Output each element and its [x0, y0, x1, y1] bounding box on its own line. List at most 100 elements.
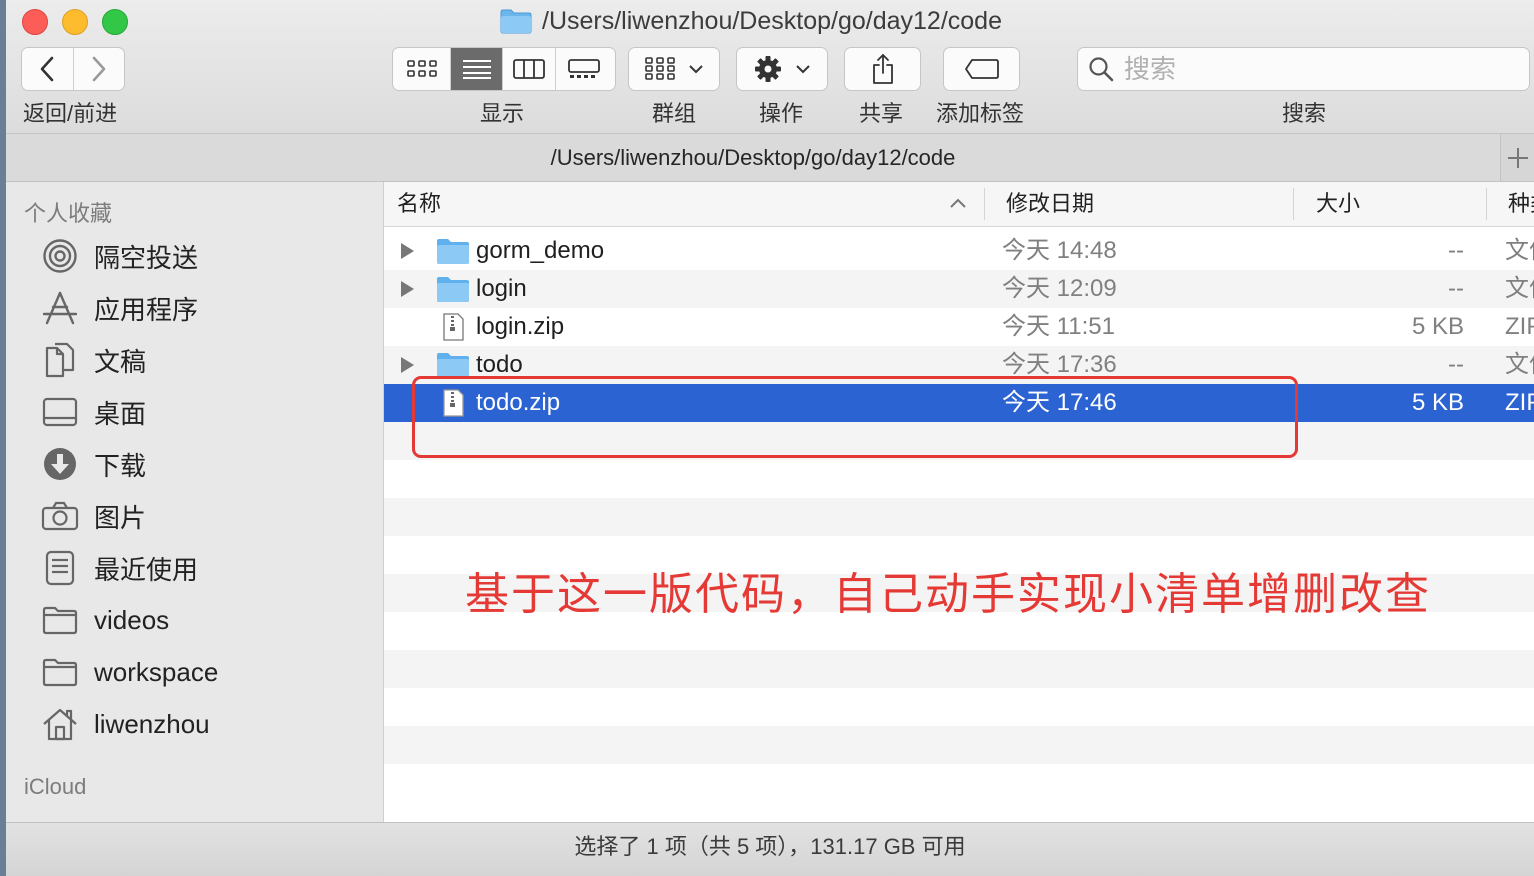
tab-bar: /Users/liwenzhou/Desktop/go/day12/code	[6, 134, 1534, 182]
minimize-window-button[interactable]	[62, 9, 88, 35]
sidebar-item-label: liwenzhou	[94, 708, 210, 739]
action-label: 操作	[759, 101, 804, 126]
column-name-header[interactable]: 名称	[397, 182, 441, 226]
sidebar-item-workspace[interactable]: workspace	[40, 650, 218, 694]
list-lines-icon	[462, 60, 491, 79]
list-view-button[interactable]	[450, 48, 502, 90]
sidebar-item-home[interactable]: liwenzhou	[40, 702, 210, 746]
sidebar-item-airdrop[interactable]: 隔空投送	[40, 234, 198, 278]
download-arrow-icon	[44, 448, 76, 480]
gallery-icon	[567, 59, 600, 78]
folder-icon	[437, 239, 469, 264]
file-kind: 文件夹	[1505, 275, 1534, 302]
file-kind: ZIP	[1505, 389, 1534, 416]
file-row-login-zip[interactable]: login.zip 今天 11:51 5 KB ZIP	[384, 308, 1534, 346]
row-stripe	[384, 726, 1534, 764]
search-input[interactable]	[1122, 52, 1506, 86]
icloud-heading: iCloud	[24, 774, 87, 799]
sidebar-item-recents[interactable]: 最近使用	[40, 546, 198, 590]
file-row-login[interactable]: login 今天 12:09 -- 文件夹	[384, 270, 1534, 308]
sidebar-item-label: 应用程序	[94, 294, 199, 325]
file-size: --	[1448, 237, 1464, 264]
column-date-header[interactable]: 修改日期	[1006, 182, 1094, 226]
action-button[interactable]	[736, 47, 828, 91]
icon-view-button[interactable]	[393, 48, 450, 90]
share-button[interactable]	[844, 47, 921, 91]
columns-icon	[513, 59, 545, 79]
current-path[interactable]: /Users/liwenzhou/Desktop/go/day12/code	[6, 134, 1500, 181]
column-view-button[interactable]	[502, 48, 555, 90]
add-tags-button[interactable]	[943, 47, 1020, 91]
disclosure-triangle-icon[interactable]	[401, 357, 414, 373]
desktop-icon	[42, 397, 78, 427]
folder-icon	[42, 606, 78, 635]
sidebar-item-videos[interactable]: videos	[40, 598, 169, 642]
file-size: --	[1448, 275, 1464, 302]
file-row-gorm_demo[interactable]: gorm_demo 今天 14:48 -- 文件夹	[384, 232, 1534, 270]
file-kind: 文件夹	[1505, 351, 1534, 378]
group-button[interactable]	[628, 47, 720, 91]
airdrop-icon	[43, 239, 77, 273]
new-tab-button[interactable]	[1500, 134, 1534, 181]
column-divider[interactable]	[1293, 188, 1294, 220]
sidebar-item-pictures[interactable]: 图片	[40, 494, 146, 538]
chevron-down-icon	[689, 65, 703, 74]
search-field[interactable]	[1077, 47, 1530, 91]
sidebar-item-documents[interactable]: 文稿	[40, 338, 146, 382]
column-kind-header[interactable]: 种类	[1508, 182, 1534, 226]
disclosure-triangle-icon[interactable]	[401, 281, 414, 297]
applications-icon	[42, 291, 78, 325]
toolbar: /Users/liwenzhou/Desktop/go/day12/code 返…	[6, 0, 1534, 134]
view-mode-control	[392, 47, 616, 91]
tag-icon	[964, 59, 999, 79]
file-size: --	[1448, 351, 1464, 378]
zip-file-icon	[443, 313, 464, 341]
sort-ascending-icon	[950, 198, 966, 208]
gear-icon	[755, 56, 781, 82]
group-grid-icon	[645, 57, 675, 80]
sidebar-item-label: 最近使用	[94, 554, 199, 585]
file-name: login	[476, 275, 527, 302]
search-icon	[1089, 57, 1114, 82]
column-divider[interactable]	[1486, 188, 1487, 220]
column-size-header[interactable]: 大小	[1316, 182, 1360, 226]
sidebar-item-label: 桌面	[94, 398, 147, 429]
column-divider[interactable]	[984, 188, 985, 220]
search-label: 搜索	[1282, 101, 1327, 126]
documents-icon	[45, 342, 75, 378]
window-title-text: /Users/liwenzhou/Desktop/go/day12/code	[542, 6, 1002, 35]
zoom-window-button[interactable]	[102, 9, 128, 35]
close-window-button[interactable]	[22, 9, 48, 35]
recents-icon	[45, 550, 75, 586]
sidebar-item-downloads[interactable]: 下载	[40, 442, 146, 486]
home-icon	[43, 708, 77, 741]
group-label: 群组	[652, 101, 697, 126]
folder-icon	[437, 277, 469, 302]
file-kind: 文件夹	[1505, 237, 1534, 264]
share-label: 共享	[859, 101, 904, 126]
chevron-right-icon	[92, 56, 106, 82]
chevron-down-icon	[796, 65, 810, 74]
camera-icon	[41, 501, 79, 531]
folder-icon	[42, 658, 78, 687]
back-button[interactable]	[22, 48, 73, 90]
file-size: 5 KB	[1411, 313, 1464, 340]
sidebar-item-applications[interactable]: 应用程序	[40, 286, 198, 330]
sidebar-item-label: 下载	[94, 450, 147, 481]
gallery-view-button[interactable]	[555, 48, 611, 90]
sidebar-item-label: 隔空投送	[94, 242, 199, 273]
disclosure-triangle-icon[interactable]	[401, 243, 414, 259]
sidebar-item-label: workspace	[94, 656, 219, 687]
file-name: gorm_demo	[476, 237, 605, 264]
column-header: 名称 修改日期 大小 种类	[384, 182, 1534, 227]
file-date: 今天 14:48	[1002, 237, 1117, 264]
sidebar: 个人收藏 隔空投送 应用程序 文稿 桌面 下载 图片 最近使用 videos w…	[6, 182, 384, 822]
share-icon	[872, 54, 893, 84]
icon-grid-icon	[406, 60, 437, 77]
plus-icon	[1508, 147, 1528, 168]
file-date: 今天 11:51	[1002, 313, 1115, 340]
forward-button[interactable]	[72, 48, 124, 90]
file-size: 5 KB	[1411, 389, 1464, 416]
file-kind: ZIP	[1505, 313, 1534, 340]
sidebar-item-desktop[interactable]: 桌面	[40, 390, 146, 434]
